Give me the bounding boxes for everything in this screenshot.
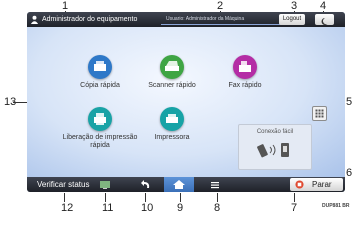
- leader-9: [180, 193, 181, 202]
- screen-link-button[interactable]: [99, 177, 111, 192]
- app-label: Liberação de impressão rápida: [62, 134, 138, 149]
- admin-indicator[interactable]: Administrador do equipamento: [30, 14, 137, 25]
- app-label: Scanner rápido: [148, 82, 196, 89]
- app-quick-copy[interactable]: Cópia rápida: [60, 55, 140, 90]
- leader-12: [64, 193, 65, 202]
- stop-label: Parar: [312, 180, 332, 189]
- stop-button[interactable]: Parar: [290, 178, 343, 191]
- leader-7: [294, 193, 295, 202]
- back-button[interactable]: [139, 177, 153, 192]
- home-icon: [173, 180, 185, 189]
- callout-5: 5: [346, 96, 353, 108]
- leader-8: [217, 193, 218, 202]
- app-quick-fax[interactable]: Fax rápido: [205, 55, 285, 90]
- callout-12: 12: [61, 202, 74, 214]
- energy-saver-button[interactable]: [315, 14, 334, 25]
- bottom-bar: Verificar status Parar: [27, 177, 345, 192]
- callout-8: 8: [214, 202, 221, 214]
- figure-code: DUP881 BR: [322, 203, 350, 209]
- leader-13: [13, 102, 27, 103]
- menu-button[interactable]: [208, 177, 222, 192]
- fax-icon: [233, 55, 257, 79]
- system-message-bar: Administrador do equipamento Usuario: Ad…: [27, 12, 345, 27]
- check-status-button[interactable]: Verificar status: [37, 177, 89, 192]
- app-printer[interactable]: Impressora: [132, 107, 212, 142]
- app-grid-icon: [315, 109, 324, 118]
- callout-7: 7: [291, 202, 298, 214]
- app-list-button[interactable]: [312, 106, 327, 121]
- user-icon: [30, 15, 39, 24]
- device-screen: Administrador do equipamento Usuario: Ad…: [27, 12, 345, 192]
- monitor-icon: [100, 181, 110, 189]
- home-button[interactable]: [164, 177, 194, 192]
- app-quick-scanner[interactable]: Scanner rápido: [132, 55, 212, 90]
- menu-icon: [211, 182, 219, 189]
- print-release-icon: [88, 107, 112, 131]
- app-label: Cópia rápida: [80, 82, 120, 89]
- login-status-text: Usuario: Administrador da Máquina: [166, 16, 245, 22]
- callout-9: 9: [177, 202, 184, 214]
- logout-button[interactable]: Logout: [279, 14, 305, 25]
- home-screen: Cópia rápida Scanner rápido Fax rápido L…: [27, 27, 345, 177]
- leader-11: [105, 193, 106, 202]
- leader-10: [145, 193, 146, 202]
- admin-label: Administrador do equipamento: [42, 16, 138, 23]
- easy-connection-widget[interactable]: Conexão fácil: [238, 124, 312, 170]
- app-label: Impressora: [154, 134, 190, 141]
- callout-6: 6: [346, 167, 353, 179]
- copier-icon: [88, 55, 112, 79]
- app-label: Fax rápido: [228, 82, 262, 89]
- stop-icon: [295, 180, 304, 189]
- moon-icon: [321, 18, 328, 25]
- widget-title: Conexão fácil: [256, 129, 294, 135]
- back-arrow-icon: [141, 180, 150, 188]
- printer-icon: [160, 107, 184, 131]
- callout-10: 10: [141, 202, 154, 214]
- callout-11: 11: [102, 202, 114, 214]
- nfc-phone-icon: [257, 143, 289, 158]
- app-quick-print-release[interactable]: Liberação de impressão rápida: [60, 107, 140, 149]
- scanner-icon: [160, 55, 184, 79]
